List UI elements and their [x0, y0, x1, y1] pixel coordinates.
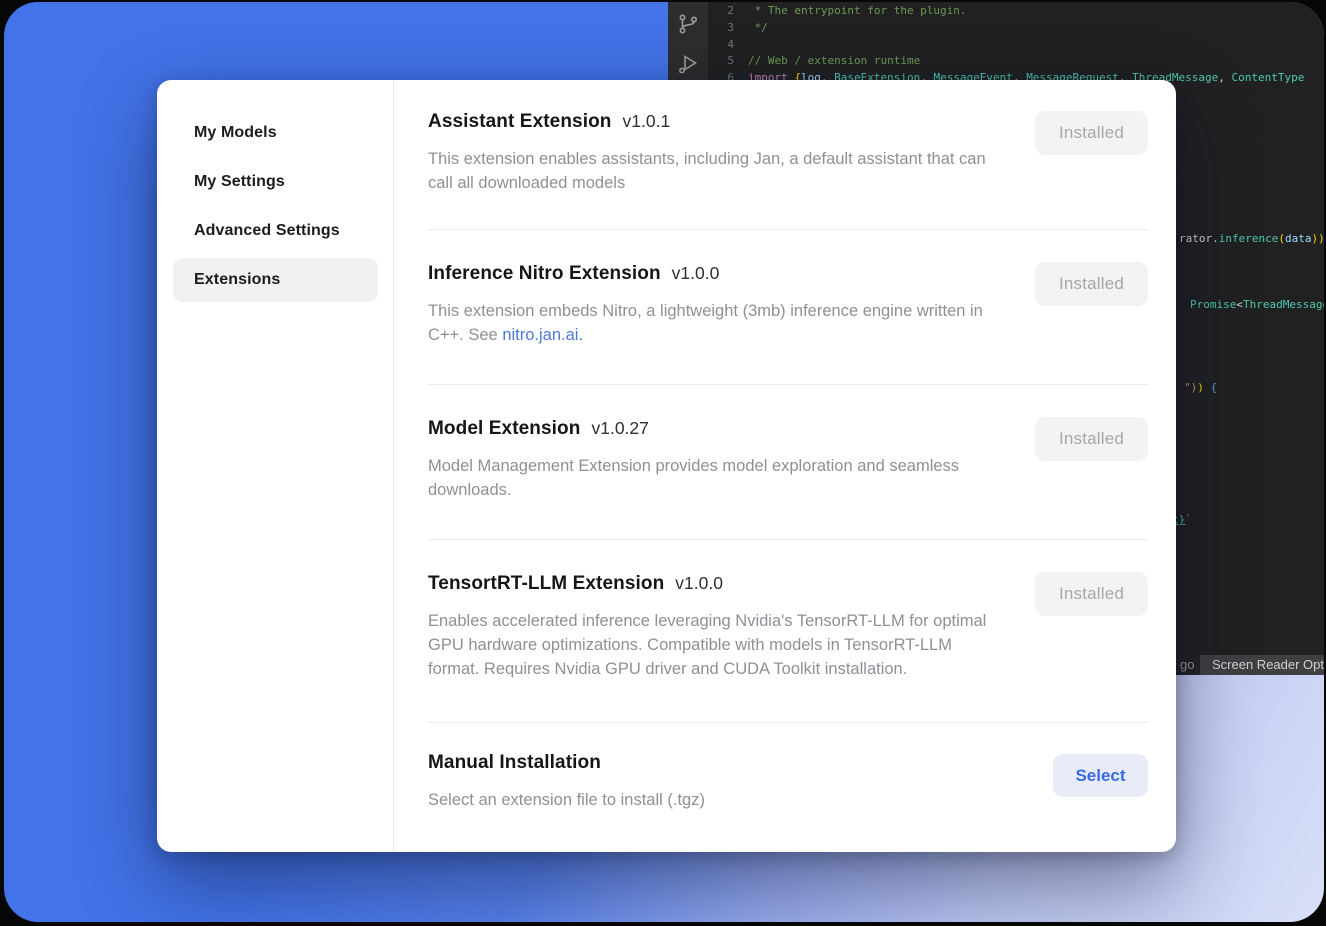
extension-name: TensortRT-LLM Extension	[428, 573, 664, 595]
installed-button[interactable]: Installed	[1035, 262, 1148, 306]
sidebar-item-extensions[interactable]: Extensions	[173, 258, 378, 302]
screen-reader-optimized-status[interactable]: Screen Reader Optimized	[1200, 655, 1324, 675]
sidebar-item-my-models[interactable]: My Models	[173, 111, 378, 155]
sidebar-item-my-settings[interactable]: My Settings	[173, 160, 378, 204]
extension-version: v1.0.0	[672, 263, 720, 284]
code-fragment: ")) {	[1184, 380, 1217, 397]
sidebar-item-advanced-settings[interactable]: Advanced Settings	[173, 209, 378, 253]
extension-description: Model Management Extension provides mode…	[428, 454, 1006, 502]
code-line: 3 */	[708, 20, 1324, 37]
extension-description: Enables accelerated inference leveraging…	[428, 609, 1006, 681]
code-line: 5// Web / extension runtime	[708, 53, 1324, 70]
extension-version: v1.0.0	[675, 573, 723, 594]
extension-row-tensorrt: TensortRT-LLM Extension v1.0.0 Enables a…	[428, 540, 1148, 723]
run-and-debug-icon[interactable]	[676, 52, 700, 76]
code-line: 2 * The entrypoint for the plugin.	[708, 3, 1324, 20]
code-fragment: Promise<ThreadMessage>	[1190, 297, 1324, 314]
manual-installation-description: Select an extension file to install (.tg…	[428, 788, 1006, 812]
extension-version: v1.0.27	[591, 418, 648, 439]
extension-description: This extension embeds Nitro, a lightweig…	[428, 299, 1006, 347]
desktop-background: 2 * The entrypoint for the plugin.3 */45…	[4, 2, 1324, 922]
select-file-button[interactable]: Select	[1053, 754, 1148, 797]
extension-row-assistant: Assistant Extension v1.0.1 This extensio…	[428, 80, 1148, 230]
manual-installation-row: Manual Installation Select an extension …	[428, 723, 1148, 839]
source-control-icon[interactable]	[676, 12, 700, 36]
nitro-jan-ai-link[interactable]: nitro.jan.ai.	[502, 326, 583, 344]
settings-modal: My Models My Settings Advanced Settings …	[157, 80, 1176, 852]
extension-name: Model Extension	[428, 418, 580, 440]
installed-button[interactable]: Installed	[1035, 111, 1148, 155]
code-line: 4	[708, 37, 1324, 54]
code-lines: 2 * The entrypoint for the plugin.3 */45…	[708, 3, 1324, 87]
code-fragment: rator.inference(data));	[1179, 231, 1324, 248]
extension-row-nitro: Inference Nitro Extension v1.0.0 This ex…	[428, 230, 1148, 385]
extension-version: v1.0.1	[623, 111, 671, 132]
status-bar-text: go	[1180, 657, 1194, 674]
extension-name: Assistant Extension	[428, 111, 612, 133]
installed-button[interactable]: Installed	[1035, 417, 1148, 461]
extension-row-model: Model Extension v1.0.27 Model Management…	[428, 385, 1148, 540]
extension-description: This extension enables assistants, inclu…	[428, 147, 1006, 195]
extension-name: Inference Nitro Extension	[428, 263, 661, 285]
extensions-panel: Assistant Extension v1.0.1 This extensio…	[394, 80, 1176, 852]
installed-button[interactable]: Installed	[1035, 572, 1148, 616]
manual-installation-title: Manual Installation	[428, 752, 601, 774]
settings-sidebar: My Models My Settings Advanced Settings …	[157, 80, 394, 852]
